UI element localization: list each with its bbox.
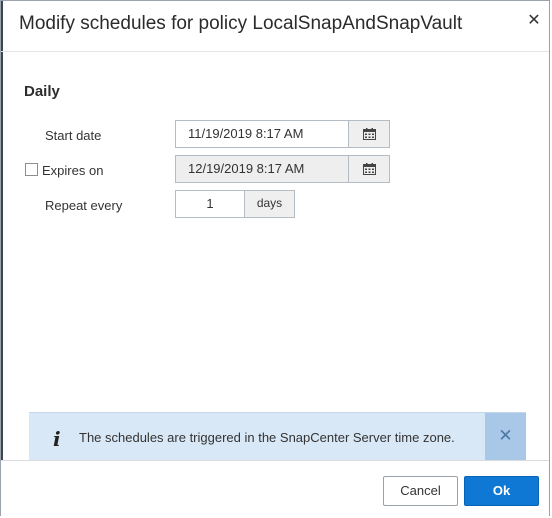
cancel-button[interactable]: Cancel [383,476,458,506]
repeat-every-input[interactable]: 1 [175,190,245,218]
expires-on-input[interactable]: 12/19/2019 8:17 AM [175,155,349,183]
close-icon[interactable]: ✕ [525,11,543,31]
ok-button[interactable]: Ok [464,476,539,506]
dialog-edge [1,1,3,517]
start-date-group: 11/19/2019 8:17 AM [175,120,390,148]
start-date-calendar-button[interactable] [349,120,390,148]
info-banner: i The schedules are triggered in the Sna… [29,412,526,461]
repeat-unit-addon: days [245,190,295,218]
dialog-title: Modify schedules for policy LocalSnapAnd… [19,13,463,34]
calendar-icon [362,128,376,140]
info-icon: i [53,427,61,451]
modify-schedules-dialog: Modify schedules for policy LocalSnapAnd… [0,0,550,517]
calendar-icon [362,163,376,175]
dialog-footer: Cancel Ok [1,460,549,517]
repeat-every-label: Repeat every [45,198,123,213]
expires-on-checkbox[interactable] [25,163,38,176]
start-date-input[interactable]: 11/19/2019 8:17 AM [175,120,349,148]
expires-on-label: Expires on [42,163,104,178]
section-title-daily: Daily [24,83,60,100]
info-text: The schedules are triggered in the SnapC… [79,430,455,445]
expires-on-group: 12/19/2019 8:17 AM [175,155,390,183]
info-dismiss-button[interactable]: ✕ [485,413,526,461]
start-date-label: Start date [45,128,102,143]
close-icon: ✕ [498,426,513,445]
dialog-header: Modify schedules for policy LocalSnapAnd… [1,1,549,52]
expires-on-calendar-button[interactable] [349,155,390,183]
repeat-every-group: 1 days [175,190,295,218]
